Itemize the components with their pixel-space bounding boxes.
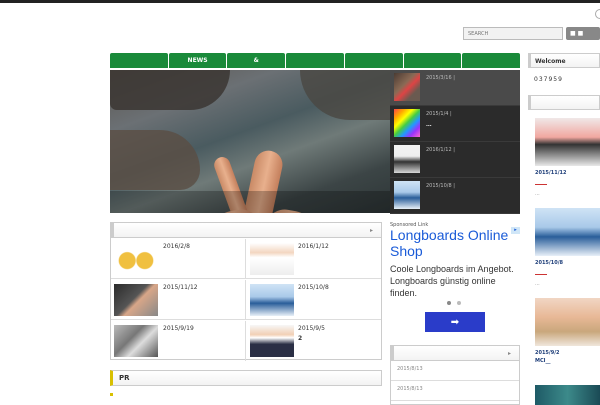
post-card[interactable]: 2015/10/8 <box>246 280 381 320</box>
hero-rock <box>110 70 230 110</box>
slider-item[interactable]: 2015/3/16 | <box>390 70 520 106</box>
post-date: 2015/11/12 <box>163 284 198 291</box>
ad-body: Coole Longboards im Angebot. Longboards … <box>390 264 514 298</box>
search-input[interactable] <box>463 27 563 40</box>
post-thumbnail <box>250 284 294 316</box>
ad-block[interactable]: ▸ Longboards Online Shop Coole Longboard… <box>390 227 520 337</box>
slider-thumbnail <box>394 145 420 173</box>
secondary-panel: ▸ 2015/8/13 2015/8/13 <box>390 345 520 405</box>
slider-title: ... <box>426 122 432 128</box>
nav-item-and[interactable]: & <box>227 53 286 68</box>
slider-item[interactable]: 2015/10/8 | <box>390 178 520 214</box>
post-thumbnail <box>114 325 158 357</box>
sidebar-post-excerpt: ... <box>535 281 540 287</box>
sidebar-post-date: 2015/11/12 <box>535 170 567 176</box>
post-card[interactable]: 2016/1/12 <box>246 239 381 279</box>
hero-image[interactable] <box>110 70 390 213</box>
ad-arrow-button[interactable]: ➡ <box>425 312 485 332</box>
sidebar-post-thumbnail <box>535 385 600 405</box>
visitor-counter: 037959 <box>534 76 563 83</box>
post-date: 2015/9/5 <box>298 325 325 332</box>
sidebar-post-card[interactable]: 2015/9/2 MCI__ <box>535 298 600 364</box>
sidebar: Welcome 037959 2015/11/12 ... 2015/10/8 … <box>528 53 600 405</box>
sidebar-post-thumbnail <box>535 118 600 166</box>
arrow-right-icon[interactable]: ▸ <box>508 350 511 357</box>
panel-header: ▸ <box>391 346 519 361</box>
post-thumbnail <box>250 243 294 275</box>
hero-rock <box>110 130 200 190</box>
sidebar-post-thumbnail <box>535 208 600 256</box>
ad-pager-dot[interactable] <box>447 301 451 305</box>
sidebar-post-card[interactable]: 2015/10/8 ... <box>535 208 600 287</box>
post-title: 2 <box>298 335 303 342</box>
top-bar <box>0 0 600 3</box>
slider-item[interactable]: 2015/1/4 |... <box>390 106 520 142</box>
recent-posts-panel: ▸ 2016/2/8 2016/1/12 2015/11/12 2015/10/… <box>110 222 382 361</box>
sidebar-post-title: MCI__ <box>535 358 551 364</box>
global-nav: NEWS & <box>110 53 521 68</box>
post-thumbnail <box>114 284 158 316</box>
sidebar-post-excerpt: ... <box>535 191 540 197</box>
sidebar-post-card[interactable] <box>535 385 600 405</box>
post-card[interactable]: 2015/11/12 <box>111 280 246 320</box>
sidebar-post-thumbnail <box>535 298 600 346</box>
slider-thumbnail <box>394 181 420 209</box>
ad-pager-dot[interactable] <box>457 301 461 305</box>
panel-header: ▸ <box>111 223 381 238</box>
post-date: 2015/10/8 <box>298 284 329 291</box>
post-card[interactable]: 2015/9/5 2 <box>246 321 381 361</box>
post-card[interactable]: 2016/2/8 <box>111 239 246 279</box>
welcome-heading: Welcome <box>528 53 600 68</box>
ad-pager <box>447 301 461 305</box>
menu-circle-icon[interactable] <box>595 9 600 19</box>
hero-rock <box>300 70 390 120</box>
sidebar-post-card[interactable]: 2015/11/12 ... <box>535 118 600 197</box>
post-date: 2015/9/19 <box>163 325 194 332</box>
post-card[interactable]: 2015/9/19 <box>111 321 246 361</box>
slider-date: 2015/1/4 | <box>426 111 452 117</box>
sidebar-section-header <box>528 95 600 110</box>
sidebar-post-underline <box>535 184 547 185</box>
post-thumbnail <box>114 243 158 275</box>
slider-date: 2016/1/12 | <box>426 147 455 153</box>
post-date: 2016/2/8 <box>163 243 190 250</box>
nav-item-3[interactable] <box>286 53 344 68</box>
nav-item-4[interactable] <box>344 53 403 68</box>
bullet-icon <box>110 393 113 396</box>
sidebar-post-date: 2015/9/2 <box>535 350 560 356</box>
slider-date: 2015/10/8 | <box>426 183 455 189</box>
post-thumbnail <box>250 325 294 357</box>
sidebar-post-date: 2015/10/8 <box>535 260 564 266</box>
slider-thumbnail <box>394 109 420 137</box>
slider-item[interactable]: 2016/1/12 | <box>390 142 520 178</box>
pr-heading: PR <box>110 370 382 386</box>
search-button[interactable]: ■ ■ <box>566 27 600 40</box>
ad-choices-icon[interactable]: ▸ <box>511 227 520 234</box>
arrow-right-icon[interactable]: ▸ <box>370 227 373 234</box>
post-date: 2016/1/12 <box>298 243 329 250</box>
list-item[interactable]: 2015/8/13 <box>391 381 519 401</box>
sidebar-post-underline <box>535 274 547 275</box>
nav-item-0[interactable] <box>110 53 168 68</box>
list-item[interactable]: 2015/8/13 <box>391 361 519 381</box>
nav-item-news[interactable]: NEWS <box>168 53 227 68</box>
nav-item-5[interactable] <box>403 53 462 68</box>
hero-caption-bar <box>110 191 390 213</box>
slider-list: 2015/3/16 | 2015/1/4 |... 2016/1/12 | 20… <box>390 70 520 214</box>
slider-thumbnail <box>394 73 420 101</box>
slider-date: 2015/3/16 | <box>426 75 455 81</box>
nav-item-6[interactable] <box>462 53 521 68</box>
ad-title[interactable]: Longboards Online Shop <box>390 227 520 259</box>
